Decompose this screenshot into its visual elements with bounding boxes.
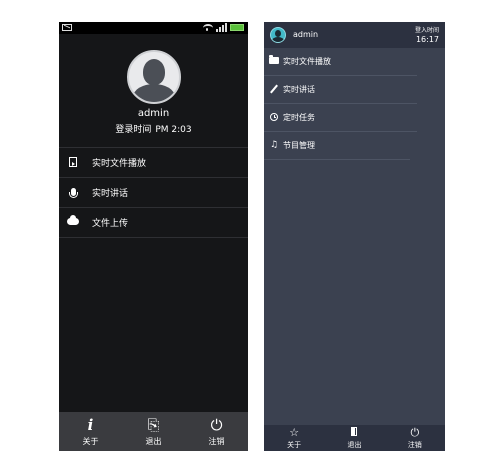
avatar[interactable]	[126, 50, 181, 104]
file-play-icon	[67, 157, 79, 168]
info-icon: i	[87, 415, 94, 434]
menu-item-scheduled-task[interactable]: 定时任务	[264, 104, 417, 132]
menu-item-file-upload[interactable]: 文件上传	[59, 208, 248, 238]
exit-label: 退出	[347, 440, 362, 449]
user-profile: admin 登录时间 PM 2:03	[59, 34, 248, 147]
logout-label: 注销	[407, 440, 422, 449]
about-button[interactable]: i 关于	[66, 415, 116, 447]
menu-item-label: 实时文件播放	[283, 57, 331, 66]
logout-label: 注销	[208, 436, 225, 446]
signal-icon	[216, 23, 227, 32]
exit-button[interactable]: ⎘ 退出	[129, 415, 179, 447]
menu-item-label: 文件上传	[92, 219, 129, 229]
menu-item-label: 实时讲话	[283, 85, 315, 94]
login-time: 登录时间 PM 2:03	[59, 122, 248, 135]
drawer-header: admin 登入时间 16:17	[264, 22, 445, 48]
menu-item-program-management[interactable]: ♫ 节目管理	[264, 132, 410, 160]
menu-item-realtime-talk[interactable]: 实时讲话	[264, 76, 417, 104]
login-time-value: PM 2:03	[155, 125, 192, 135]
menu-item-label: 实时讲话	[92, 189, 129, 199]
menu-item-label: 实时文件播放	[92, 159, 147, 169]
bottom-tab-bar: ☆ 关于 退出 ⏻ 注销	[264, 425, 445, 451]
pen-icon	[269, 84, 279, 95]
username: admin	[137, 108, 170, 119]
logout-button[interactable]: ⏻ 注销	[392, 425, 437, 450]
login-time-label: 登入时间	[414, 27, 439, 34]
microphone-icon	[67, 187, 79, 198]
menu-item-realtime-file-play[interactable]: 实时文件播放	[264, 48, 417, 76]
login-time-label: 登录时间	[115, 125, 152, 135]
folder-icon	[269, 55, 279, 66]
power-icon: ⏻	[410, 425, 420, 439]
login-time-value: 16:17	[415, 35, 439, 44]
avatar[interactable]	[270, 27, 286, 43]
menu-item-label: 节目管理	[283, 141, 315, 150]
about-label: 关于	[82, 436, 99, 446]
about-label: 关于	[287, 440, 302, 449]
menu-item-realtime-talk[interactable]: 实时讲话	[59, 178, 248, 208]
left-phone-screen: admin 登录时间 PM 2:03 实时文件播放 实时讲话 文件上传 i 关于 …	[59, 22, 248, 451]
login-time: 登入时间 16:17	[415, 25, 439, 44]
wifi-icon	[203, 23, 213, 32]
username: admin	[293, 30, 319, 39]
logout-button[interactable]: ⏻ 注销	[192, 415, 242, 447]
status-bar	[59, 22, 248, 34]
door-icon	[332, 426, 377, 439]
menu-item-label: 定时任务	[283, 113, 315, 122]
right-phone-screen: admin 登入时间 16:17 实时文件播放 实时讲话 定时任务 ♫ 节目管理…	[264, 22, 445, 451]
battery-icon	[230, 24, 244, 31]
exit-icon: ⎘	[147, 415, 160, 434]
side-menu: 实时文件播放 实时讲话 定时任务 ♫ 节目管理	[264, 48, 445, 160]
side-menu: 实时文件播放 实时讲话 文件上传	[59, 147, 248, 238]
about-button[interactable]: ☆ 关于	[272, 425, 317, 450]
bottom-tab-bar: i 关于 ⎘ 退出 ⏻ 注销	[59, 412, 248, 451]
menu-item-realtime-file-play[interactable]: 实时文件播放	[59, 148, 248, 178]
notification-icon	[62, 24, 72, 31]
exit-button[interactable]: 退出	[332, 426, 377, 450]
exit-label: 退出	[145, 436, 162, 446]
power-icon: ⏻	[210, 415, 223, 434]
clock-icon	[269, 112, 279, 123]
star-icon: ☆	[289, 425, 300, 439]
music-icon: ♫	[269, 140, 279, 150]
cloud-upload-icon	[67, 215, 79, 228]
